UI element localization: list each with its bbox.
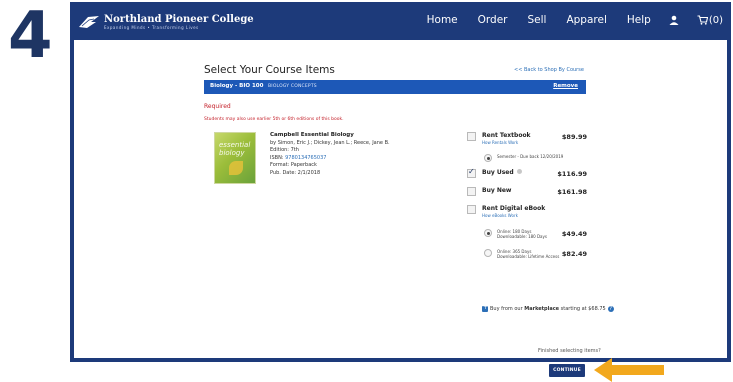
option-buy-used: Buy Used [467, 167, 522, 178]
rent-textbook-label: Rent Textbook [482, 132, 531, 139]
cover-title: essential biology [219, 141, 251, 157]
remove-course-link[interactable]: Remove [553, 83, 578, 89]
book-details: Campbell Essential Biology by Simon, Eri… [270, 132, 390, 177]
wing-logo-icon [79, 16, 99, 28]
course-name: BIOLOGY CONCEPTS [268, 83, 317, 89]
nav-apparel[interactable]: Apparel [566, 14, 606, 26]
isbn-value[interactable]: 9780134765037 [285, 155, 326, 161]
nav-help[interactable]: Help [627, 14, 651, 26]
rent-ebook-label: Rent Digital eBook [482, 205, 546, 212]
logo-name: Northland Pioneer College [104, 13, 254, 25]
college-logo[interactable]: Northland Pioneer College Expanding Mind… [78, 11, 254, 33]
cart-button[interactable]: (0) [697, 15, 723, 26]
rent-ebook-checkbox[interactable] [467, 205, 476, 214]
option-rent-textbook: Rent Textbook How Rentals Work [467, 132, 531, 145]
required-label: Required [204, 103, 231, 110]
ebook-180-option: Online: 180 Days Downloadable: 180 Days [484, 229, 547, 239]
book-title: Campbell Essential Biology [270, 132, 354, 138]
book-edition: Edition: 7th [270, 147, 299, 153]
how-rentals-work-link[interactable]: How Rentals Work [482, 140, 531, 145]
rental-term-option: Semester - Due back 12/20/2019 [484, 154, 563, 162]
nav-home[interactable]: Home [427, 14, 458, 26]
book-format: Format: Paperback [270, 162, 317, 168]
option-buy-new: Buy New [467, 187, 511, 196]
how-ebooks-work-link[interactable]: How eBooks Work [482, 213, 545, 218]
marketplace-link[interactable]: Buy from our Marketplace starting at $68… [482, 304, 614, 312]
book-cover-image: essential biology [214, 132, 256, 184]
page-title: Select Your Course Items [204, 64, 335, 76]
browser-frame: Northland Pioneer College Expanding Mind… [70, 2, 731, 382]
help-icon[interactable]: ? [607, 306, 614, 312]
option-rent-ebook: Rent Digital eBook How eBooks Work [467, 205, 545, 218]
buy-new-checkbox[interactable] [467, 187, 476, 196]
main-nav: Home Order Sell Apparel Help (0) [407, 14, 723, 26]
book-isbn: ISBN: 9780134765037 [270, 154, 327, 161]
buy-new-label: Buy New [482, 187, 512, 194]
buy-used-checkbox[interactable] [467, 167, 476, 178]
buy-used-price: $116.99 [557, 170, 587, 178]
buy-used-label: Buy Used [482, 169, 514, 176]
back-to-shop-link[interactable]: << Back to Shop By Course [514, 67, 584, 73]
page-content: Select Your Course Items << Back to Shop… [74, 40, 727, 382]
info-icon[interactable] [516, 169, 522, 174]
ebook-365-price: $82.49 [561, 250, 587, 258]
course-code: Biology - BIO 100 [210, 83, 264, 89]
book-authors: by Simon, Eric J.; Dickey, Jean L.; Reec… [270, 139, 390, 146]
cart-count: (0) [708, 14, 723, 26]
ebook-180-radio[interactable] [484, 229, 492, 237]
finished-prompt: Finished selecting items? [538, 348, 601, 354]
rental-term-label: Semester - Due back 12/20/2019 [497, 154, 564, 159]
pointer-arrow-icon [594, 358, 664, 382]
marketplace-plus-icon [482, 304, 488, 312]
ebook-180-download: Downloadable: 180 Days [497, 234, 547, 239]
cart-icon [697, 15, 708, 25]
nav-order[interactable]: Order [478, 14, 508, 26]
continue-button[interactable]: CONTINUE [549, 364, 585, 377]
logo-tagline: Expanding Minds • Transforming Lives [104, 24, 199, 30]
nav-sell[interactable]: Sell [527, 14, 546, 26]
cover-leaf-graphic [229, 161, 243, 175]
ebook-365-option: Online: 365 Days Downloadable: Lifetime … [484, 249, 559, 259]
buy-new-price: $161.98 [557, 188, 587, 196]
ebook-365-radio[interactable] [484, 249, 492, 257]
rent-textbook-price: $89.99 [561, 133, 587, 141]
step-number: 4 [8, 0, 53, 73]
ebook-180-price: $49.49 [561, 230, 587, 238]
course-header-bar: Biology - BIO 100 BIOLOGY CONCEPTS Remov… [204, 80, 586, 94]
user-icon [669, 15, 679, 25]
edition-note: Students may also use earlier 5th or 6th… [204, 117, 344, 122]
semester-radio[interactable] [484, 154, 492, 162]
account-button[interactable] [669, 15, 679, 25]
top-nav-bar: Northland Pioneer College Expanding Mind… [70, 2, 731, 40]
ebook-365-download: Downloadable: Lifetime Access [497, 254, 560, 259]
rent-textbook-checkbox[interactable] [467, 132, 476, 141]
book-pub-date: Pub. Date: 2/1/2018 [270, 169, 321, 176]
